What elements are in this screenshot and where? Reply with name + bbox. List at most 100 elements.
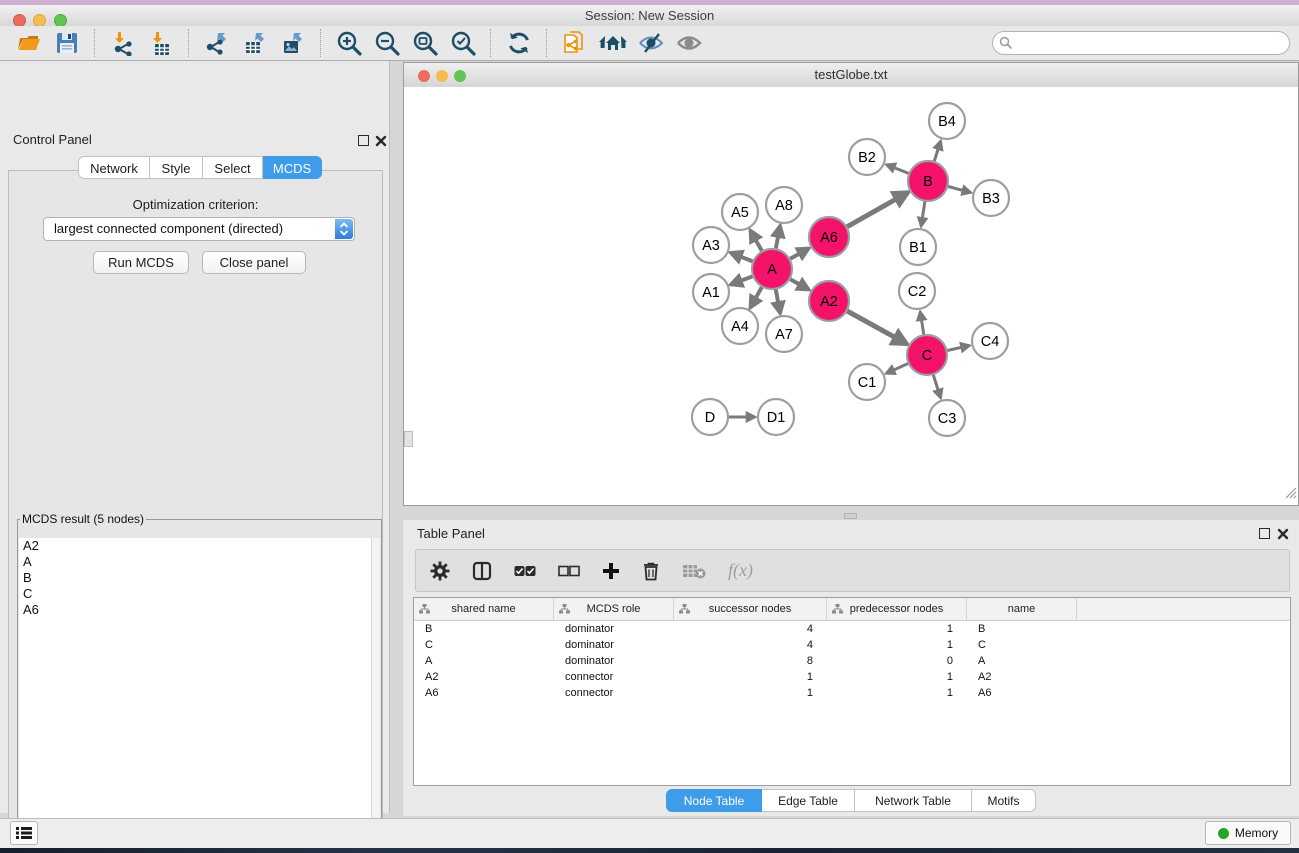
import-table-icon[interactable] [145,28,177,58]
table-row[interactable]: A6connector11A6 [414,685,1290,701]
tab-motifs[interactable]: Motifs [972,789,1036,812]
svg-text:C4: C4 [981,334,1000,350]
export-table-icon[interactable] [239,28,271,58]
svg-text:B4: B4 [938,114,956,130]
mcds-result-item[interactable]: A [19,554,380,570]
export-image-icon[interactable] [277,28,309,58]
graph-node-A[interactable]: A [752,249,792,289]
close-panel-button[interactable]: Close panel [202,251,306,274]
graph-node-B2[interactable]: B2 [849,139,885,175]
home-icon[interactable] [597,28,629,58]
graph-node-A6[interactable]: A6 [809,217,849,257]
delete-table-icon[interactable] [682,563,706,579]
hide-selected-icon[interactable] [635,28,667,58]
table-row[interactable]: Adominator80A [414,653,1290,669]
export-network-icon[interactable] [201,28,233,58]
graph-node-B[interactable]: B [908,161,948,201]
resize-grip-icon[interactable] [1284,486,1297,504]
gear-icon[interactable] [430,561,450,581]
graph-node-A5[interactable]: A5 [722,194,758,230]
graph-node-B4[interactable]: B4 [929,103,965,139]
tab-network-table[interactable]: Network Table [855,789,972,812]
svg-text:A: A [767,262,777,278]
task-history-button[interactable] [10,821,38,845]
network-view[interactable]: B4 B2 B B3 A8A5 A6 A3 B1 A C2 A1 A2 A4 A7 C4 C C1 C3 D D1 [403,87,1299,506]
float-panel-icon[interactable] [358,135,369,146]
graph-node-C3[interactable]: C3 [929,400,965,436]
table-cell: 4 [674,621,827,637]
import-network-icon[interactable] [107,28,139,58]
new-session-icon[interactable] [559,28,591,58]
add-column-icon[interactable] [602,562,620,580]
delete-column-icon[interactable] [642,561,660,581]
open-session-icon[interactable] [13,28,45,58]
save-session-icon[interactable] [51,28,83,58]
graph-node-C1[interactable]: C1 [849,364,885,400]
mcds-result-item[interactable]: A6 [19,602,380,618]
navigator-handle[interactable] [404,431,413,447]
table-cell: 8 [674,653,827,669]
svg-text:C3: C3 [938,411,957,427]
zoom-out-icon[interactable] [371,28,403,58]
graph-node-A3[interactable]: A3 [693,227,729,263]
graph-node-C4[interactable]: C4 [972,323,1008,359]
float-panel-icon[interactable] [1259,528,1270,539]
graph-node-A1[interactable]: A1 [693,274,729,310]
column-header-MCDS-role[interactable]: MCDS role [554,598,674,620]
tab-style[interactable]: Style [150,156,203,179]
optimization-criterion-select[interactable]: largest connected component (directed) [43,217,355,241]
zoom-selected-icon[interactable] [447,28,479,58]
memory-button[interactable]: Memory [1205,821,1291,845]
toolbar-separator [546,29,548,57]
search-input[interactable] [1017,33,1281,53]
mcds-result-item[interactable]: B [19,570,380,586]
zoom-in-icon[interactable] [333,28,365,58]
close-panel-icon[interactable] [375,134,387,152]
table-cell: A2 [414,669,554,685]
zoom-fit-icon[interactable] [409,28,441,58]
table-row[interactable]: Bdominator41B [414,621,1290,637]
tab-edge-table[interactable]: Edge Table [762,789,855,812]
show-all-icon[interactable] [673,28,705,58]
graph-node-C2[interactable]: C2 [899,273,935,309]
table-row[interactable]: Cdominator41C [414,637,1290,653]
close-panel-icon[interactable] [1277,527,1289,545]
graph-node-A4[interactable]: A4 [722,308,758,344]
column-header-name[interactable]: name [967,598,1077,620]
graph-node-D1[interactable]: D1 [758,399,794,435]
column-header-successor-nodes[interactable]: successor nodes [674,598,827,620]
graph-node-A7[interactable]: A7 [766,316,802,352]
graph-node-B3[interactable]: B3 [973,180,1009,216]
tab-mcds[interactable]: MCDS [263,156,322,179]
memory-label: Memory [1235,826,1278,840]
deselect-all-icon[interactable] [558,565,580,577]
refresh-icon[interactable] [503,28,535,58]
column-header-predecessor-nodes[interactable]: predecessor nodes [827,598,967,620]
graph-node-A2[interactable]: A2 [809,281,849,321]
columns-icon[interactable] [472,561,492,581]
mcds-result-item[interactable]: C [19,586,380,602]
mcds-result-item[interactable]: A2 [19,538,380,554]
graph-node-C[interactable]: C [907,335,947,375]
graph-node-D[interactable]: D [692,399,728,435]
mcds-result-list[interactable]: A2ABCA6 [19,538,380,853]
scrollbar-track[interactable] [371,538,380,853]
tab-node-table[interactable]: Node Table [666,789,762,812]
select-all-icon[interactable] [514,565,536,577]
graph-node-A8[interactable]: A8 [766,187,802,223]
session-title: Session: New Session [0,5,1299,26]
function-builder-icon[interactable]: f(x) [728,560,753,581]
run-mcds-button[interactable]: Run MCDS [93,251,189,274]
tab-network[interactable]: Network [78,156,150,179]
network-graph[interactable]: B4 B2 B B3 A8A5 A6 A3 B1 A C2 A1 A2 A4 A7 C4 C C1 C3 D D1 [404,87,1298,504]
panel-splitter-handle[interactable] [844,513,857,519]
tab-select[interactable]: Select [203,156,263,179]
graph-node-B1[interactable]: B1 [900,229,936,265]
node-table[interactable]: shared nameMCDS rolesuccessor nodesprede… [413,597,1291,786]
svg-text:A4: A4 [731,319,749,335]
table-cell: 1 [827,669,967,685]
column-header-shared-name[interactable]: shared name [414,598,554,620]
table-cell: dominator [554,637,674,653]
table-row[interactable]: A2connector11A2 [414,669,1290,685]
svg-text:A1: A1 [702,285,720,301]
